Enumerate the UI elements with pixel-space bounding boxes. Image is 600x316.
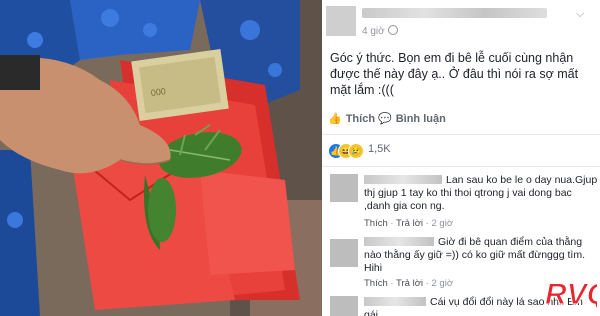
comment-reply-link[interactable]: Trả lời	[396, 278, 423, 289]
comment-reply-link[interactable]: Trả lời	[396, 218, 423, 229]
svg-text:000: 000	[150, 86, 166, 98]
photo-illustration: 000	[0, 0, 322, 316]
comment-time: 2 giờ	[431, 278, 454, 289]
svg-text:RVQ: RVQ	[545, 278, 597, 311]
post-photo[interactable]: 000	[0, 0, 322, 316]
reaction-count: 1,5K	[368, 143, 391, 155]
commenter-name-blurred[interactable]	[364, 237, 434, 246]
comment-meta: Thích · Trả lời · 2 giờ	[364, 218, 454, 229]
divider	[322, 134, 600, 135]
screenshot: 000 4 giờ ⌵ Góc ý thức. Bọn em đi bê lễ …	[0, 0, 600, 316]
comment-like-link[interactable]: Thích	[364, 278, 388, 289]
globe-icon	[387, 25, 398, 35]
post-caption: Góc ý thức. Bọn em đi bê lễ cuối cùng nh…	[330, 51, 579, 97]
comment-text: Giờ đi bê quan điểm của thằng nào thằng …	[364, 236, 585, 274]
comment-meta: Thích · Trả lời · 2 giờ	[364, 278, 454, 289]
post-actions: 👍 Thích 💬 Bình luận	[322, 112, 600, 132]
commenter-avatar[interactable]	[330, 239, 358, 267]
comment-text: Lan sau ko be le o day nua.Gjup thj gjup…	[364, 174, 598, 212]
chevron-down-icon[interactable]: ⌵	[576, 8, 584, 21]
commenter-name-blurred[interactable]	[364, 175, 442, 184]
comment-time: 2 giờ	[431, 218, 454, 229]
commenter-avatar[interactable]	[330, 174, 358, 202]
post-header: 4 giờ ⌵	[322, 0, 600, 40]
banknote: 000	[131, 49, 229, 121]
sad-reaction-icon: 😢	[348, 143, 364, 159]
speech-bubble-icon: 💬	[378, 113, 392, 125]
comment-like-link[interactable]: Thích	[364, 218, 388, 229]
facebook-post: 4 giờ ⌵ Góc ý thức. Bọn em đi bê lễ cuối…	[322, 0, 600, 316]
divider	[322, 166, 600, 167]
author-name-blurred[interactable]	[362, 8, 547, 18]
commenter-name-blurred[interactable]	[364, 297, 426, 306]
watermark-logo: RVQ	[545, 278, 598, 312]
commenter-avatar[interactable]	[330, 296, 358, 316]
author-avatar[interactable]	[326, 6, 356, 36]
like-button[interactable]: 👍 Thích	[328, 112, 375, 125]
comment: Lan sau ko be le o day nua.Gjup thj gjup…	[330, 174, 598, 234]
comment-button[interactable]: 💬 Bình luận	[378, 112, 446, 125]
thumbs-up-icon: 👍	[328, 113, 342, 125]
post-time[interactable]: 4 giờ	[362, 25, 398, 37]
